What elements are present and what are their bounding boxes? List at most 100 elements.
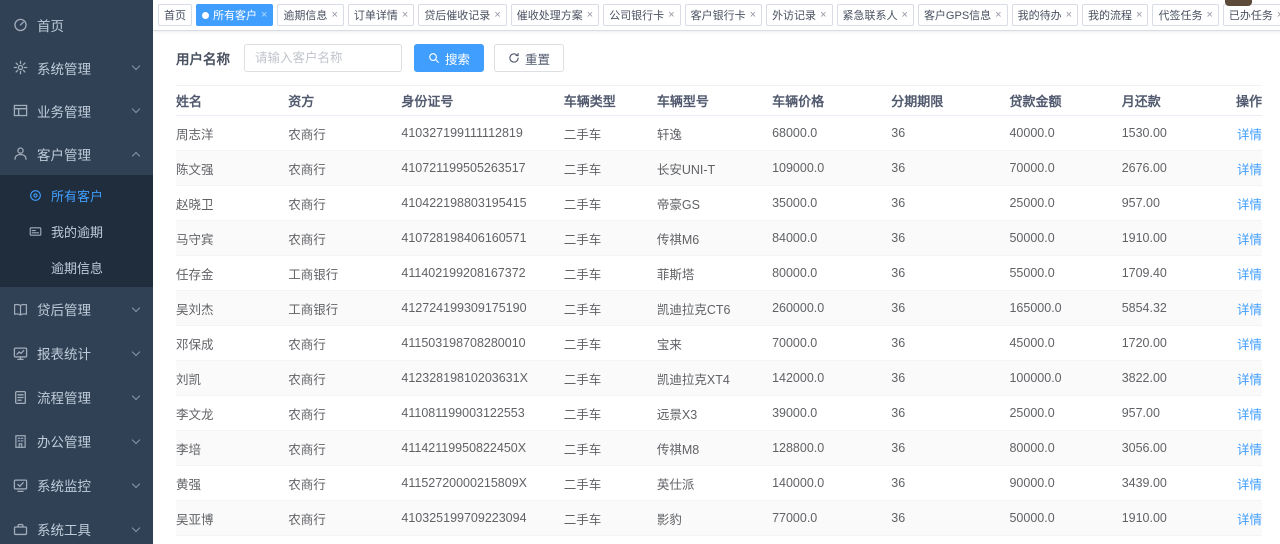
tab[interactable]: 紧急联系人 × bbox=[837, 4, 914, 26]
detail-link[interactable]: 详情 bbox=[1237, 128, 1262, 142]
detail-link[interactable]: 详情 bbox=[1237, 513, 1262, 527]
tab[interactable]: 客户银行卡 × bbox=[685, 4, 762, 26]
tab-close-icon[interactable]: × bbox=[1136, 10, 1142, 21]
tab[interactable]: 我的流程 × bbox=[1082, 4, 1148, 26]
chart-monitor-icon bbox=[13, 346, 28, 361]
sidebar-subitem[interactable]: 所有客户 bbox=[0, 177, 153, 213]
cell-periods: 36 bbox=[891, 151, 1009, 186]
submenu-icon bbox=[29, 261, 42, 274]
detail-link[interactable]: 详情 bbox=[1237, 303, 1262, 317]
customer-circle-icon bbox=[29, 189, 42, 202]
tab[interactable]: 公司银行卡 × bbox=[603, 4, 680, 26]
detail-link[interactable]: 详情 bbox=[1237, 443, 1262, 457]
detail-link[interactable]: 详情 bbox=[1237, 338, 1262, 352]
search-field-label: 用户名称 bbox=[176, 48, 230, 68]
tab[interactable]: 首页 bbox=[158, 4, 192, 26]
tab-label: 我的待办 bbox=[1018, 7, 1062, 23]
tab[interactable]: 外访记录 × bbox=[766, 4, 832, 26]
tab-close-icon[interactable]: × bbox=[261, 10, 267, 21]
user-icon bbox=[13, 146, 28, 161]
tab[interactable]: 贷后催收记录 × bbox=[418, 4, 506, 26]
reset-button[interactable]: 重置 bbox=[494, 44, 564, 72]
avatar[interactable] bbox=[1225, 0, 1252, 6]
cell-funder: 农商行 bbox=[288, 431, 401, 466]
cell-monthly-payment: 2676.00 bbox=[1122, 151, 1212, 186]
search-input[interactable] bbox=[244, 44, 402, 72]
cell-funder: 农商行 bbox=[288, 501, 401, 536]
tab[interactable]: 逾期信息 × bbox=[277, 4, 343, 26]
tab-close-icon[interactable]: × bbox=[995, 10, 1001, 21]
tab-close-icon[interactable]: × bbox=[902, 10, 908, 21]
detail-link[interactable]: 详情 bbox=[1237, 233, 1262, 247]
cell-periods: 36 bbox=[891, 361, 1009, 396]
sidebar-item[interactable]: 客户管理 bbox=[0, 132, 153, 175]
cell-funder: 农商行 bbox=[288, 116, 401, 151]
cell-funder: 农商行 bbox=[288, 221, 401, 256]
tab[interactable]: 我的待办 × bbox=[1012, 4, 1078, 26]
cell-id-number: 410327199111112819 bbox=[401, 116, 563, 151]
cell-loan-amount: 90000.0 bbox=[1009, 466, 1121, 501]
detail-link[interactable]: 详情 bbox=[1237, 163, 1262, 177]
detail-link[interactable]: 详情 bbox=[1237, 408, 1262, 422]
tab-close-icon[interactable]: × bbox=[668, 10, 674, 21]
tab-close-icon[interactable]: × bbox=[587, 10, 593, 21]
search-form: 用户名称 搜索 重置 bbox=[176, 44, 1262, 72]
detail-link[interactable]: 详情 bbox=[1237, 268, 1262, 282]
tab[interactable]: 催收处理方案 × bbox=[511, 4, 599, 26]
sidebar-subitem[interactable]: 逾期信息 bbox=[0, 249, 153, 285]
col-header-loan-amount: 贷款金额 bbox=[1009, 86, 1121, 116]
cell-funder: 工商银行 bbox=[288, 256, 401, 291]
table-header-row: 姓名 资方 身份证号 车辆类型 车辆型号 车辆价格 分期期限 贷款金额 月还款 … bbox=[176, 86, 1262, 116]
office-building-icon bbox=[13, 434, 28, 449]
tab[interactable]: 客户GPS信息 × bbox=[918, 4, 1008, 26]
tab-close-icon[interactable]: × bbox=[331, 10, 337, 21]
search-button[interactable]: 搜索 bbox=[414, 44, 484, 72]
tab-close-icon[interactable]: × bbox=[1206, 10, 1212, 21]
cell-name: 邓保成 bbox=[176, 326, 288, 361]
tab-active-dot bbox=[202, 12, 209, 19]
cell-vehicle-price: 70000.0 bbox=[772, 326, 891, 361]
sidebar-item-label: 报表统计 bbox=[37, 343, 91, 363]
cell-monthly-payment: 3056.00 bbox=[1122, 431, 1212, 466]
cell-funder: 工商银行 bbox=[288, 291, 401, 326]
cell-vehicle-model: 轩逸 bbox=[657, 116, 772, 151]
sidebar-item[interactable]: 办公管理 bbox=[0, 419, 153, 463]
table-row: 李培 农商行 41142119950822450X 二手车 传祺M8 12880… bbox=[176, 431, 1262, 466]
cell-loan-amount: 40000.0 bbox=[1009, 116, 1121, 151]
tab-close-icon[interactable]: × bbox=[402, 10, 408, 21]
tab[interactable]: 所有客户 × bbox=[196, 4, 273, 26]
tab[interactable]: 订单详情 × bbox=[348, 4, 414, 26]
cell-periods: 36 bbox=[891, 396, 1009, 431]
sidebar-item[interactable]: 系统监控 bbox=[0, 463, 153, 507]
tab-close-icon[interactable]: × bbox=[820, 10, 826, 21]
tab-label: 客户GPS信息 bbox=[924, 7, 991, 23]
tab-close-icon[interactable]: × bbox=[494, 10, 500, 21]
flow-doc-icon bbox=[13, 390, 28, 405]
sidebar-item[interactable]: 报表统计 bbox=[0, 331, 153, 375]
sidebar-item[interactable]: 贷后管理 bbox=[0, 287, 153, 331]
tab-label: 所有客户 bbox=[213, 7, 257, 23]
cell-vehicle-price: 35000.0 bbox=[772, 186, 891, 221]
sidebar-item[interactable]: 流程管理 bbox=[0, 375, 153, 419]
sidebar-item[interactable]: 首页 bbox=[0, 3, 153, 46]
tab-close-icon[interactable]: × bbox=[1066, 10, 1072, 21]
detail-link[interactable]: 详情 bbox=[1237, 373, 1262, 387]
cell-vehicle-type: 二手车 bbox=[564, 361, 657, 396]
sidebar-item[interactable]: 系统工具 bbox=[0, 507, 153, 544]
sidebar-item[interactable]: 业务管理 bbox=[0, 89, 153, 132]
tab[interactable]: 已办任务 × bbox=[1223, 4, 1280, 26]
sidebar-item-label: 办公管理 bbox=[37, 431, 91, 451]
tab[interactable]: 代签任务 × bbox=[1152, 4, 1218, 26]
sidebar-subitem[interactable]: 我的逾期 bbox=[0, 213, 153, 249]
table-row: 刘凯 农商行 41232819810203631X 二手车 凯迪拉克XT4 14… bbox=[176, 361, 1262, 396]
detail-link[interactable]: 详情 bbox=[1237, 198, 1262, 212]
cell-vehicle-price: 77000.0 bbox=[772, 501, 891, 536]
detail-link[interactable]: 详情 bbox=[1237, 478, 1262, 492]
cell-loan-amount: 100000.0 bbox=[1009, 361, 1121, 396]
tab-close-icon[interactable]: × bbox=[750, 10, 756, 21]
cell-loan-amount: 25000.0 bbox=[1009, 186, 1121, 221]
sidebar-item[interactable]: 系统管理 bbox=[0, 46, 153, 89]
table-row: 任存金 工商银行 411402199208167372 二手车 菲斯塔 8000… bbox=[176, 256, 1262, 291]
main-area: 首页 所有客户 × 逾期信息 × 订单详情 × 贷后催收记录 × 催收处理方案 bbox=[153, 0, 1280, 544]
cell-loan-amount: 45000.0 bbox=[1009, 326, 1121, 361]
